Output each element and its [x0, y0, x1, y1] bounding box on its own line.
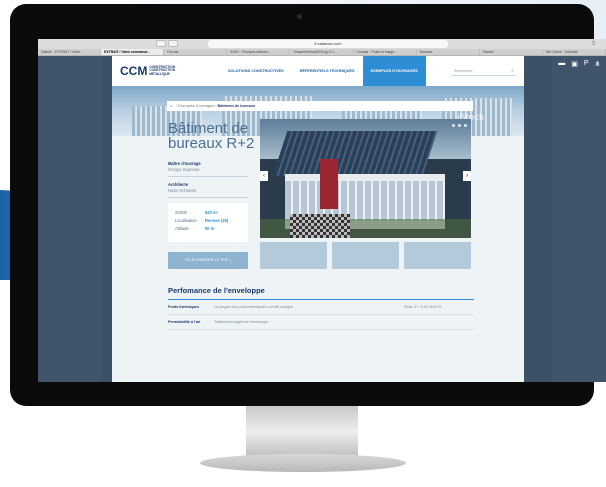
- left-margin: [38, 56, 102, 382]
- stat-value: Rennes (35): [205, 218, 229, 223]
- browser-tab[interactable]: GlasserVertical2019.pp 3 C...: [290, 49, 354, 55]
- slider-dots: [452, 124, 467, 127]
- share-icon[interactable]: ⇪: [591, 40, 596, 47]
- browser-tab[interactable]: Galerie - EXTRAIT / Votre...: [38, 49, 102, 55]
- browser-tab[interactable]: IDOH · Pourquoi sélectio...: [227, 49, 291, 55]
- row-description: Traitement soigné de l'enveloppe: [214, 320, 269, 324]
- side-toolbar: ▬ ▣ P ⋔ ⎙: [558, 60, 606, 68]
- search-input[interactable]: Rechercher... ⌕: [452, 67, 516, 76]
- stat-row: SHON 620 m²: [175, 210, 241, 215]
- folder-icon[interactable]: ▬: [558, 60, 565, 68]
- row-value: Ratio Ψ = 0.05 W/m².K: [404, 305, 442, 309]
- chevron-left-icon[interactable]: ‹: [260, 171, 268, 181]
- architect-value: Nizet Architecte: [168, 188, 197, 193]
- menu-item-referentiels[interactable]: RÉFÉRENTIELS TECHNIQUES: [292, 56, 363, 86]
- logo-mark: CCM: [120, 64, 148, 78]
- browser-tab[interactable]: Compte - Poste et image...: [354, 49, 417, 55]
- photo-checker-facade: [290, 214, 350, 238]
- download-icon: ⤓: [229, 258, 232, 262]
- tab-bar: Galerie - EXTRAIT / Votre... EXTRAIT / V…: [38, 49, 606, 56]
- url-bar[interactable]: fr.calameo.com: [208, 40, 448, 48]
- stat-value: 620 m²: [205, 210, 218, 215]
- home-icon[interactable]: ⌂: [170, 101, 172, 111]
- stat-label: Localisation: [175, 218, 197, 223]
- performance-section: Perfomance de l'enveloppe Ponts thermiqu…: [168, 286, 474, 330]
- owner-value: Groupe Soprema: [168, 167, 200, 172]
- divider: [168, 197, 248, 198]
- photo-red-panel: [320, 159, 338, 209]
- browser-tab[interactable]: Favoris: [164, 49, 228, 55]
- monitor-base: [200, 454, 406, 472]
- row-label: Ponts thermiques: [168, 305, 200, 309]
- menu-item-solutions[interactable]: SOLUTIONS CONSTRUCTIVES: [220, 56, 292, 86]
- pinterest-icon[interactable]: P: [584, 60, 589, 68]
- row-value: [404, 320, 474, 324]
- screen: fr.calameo.com ⇪ Galerie - EXTRAIT / Vot…: [38, 39, 606, 382]
- row-description: La plupart des ponts thermiques ont été …: [214, 305, 294, 309]
- stat-value: 50 m: [205, 226, 215, 231]
- thumbnail-strip: [260, 242, 471, 269]
- image-slider[interactable]: ‹ ›: [260, 119, 471, 238]
- browser-tab[interactable]: Net Check · Actualité: [543, 49, 606, 55]
- photo-solar-roof: [272, 131, 438, 176]
- logo[interactable]: CCM CONSTRUCTION CONSTRUCTION MÉTALLIQUE: [120, 64, 175, 78]
- breadcrumb: ⌂ / Exemples d'ouvrages / Bâtiment de bu…: [167, 101, 473, 111]
- share-icon[interactable]: ⋔: [595, 60, 601, 68]
- browser-tab-active[interactable]: EXTRAIT / Votre command...: [101, 49, 165, 55]
- breadcrumb-separator: /: [215, 104, 217, 108]
- logo-subtitle: CONSTRUCTION CONSTRUCTION MÉTALLIQUE: [149, 64, 176, 76]
- menu-item-exemples[interactable]: EXEMPLES D'OUVRAGES: [362, 56, 426, 86]
- stat-row: Localisation Rennes (35): [175, 218, 241, 223]
- right-margin: ▬ ▣ P ⋔ ⎙: [552, 56, 606, 382]
- search-icon[interactable]: ⌕: [511, 67, 514, 76]
- project-info: Maître d'ouvrage Groupe Soprema Architec…: [168, 156, 248, 208]
- section-heading: Perfomance de l'enveloppe: [168, 286, 265, 295]
- breadcrumb-parent[interactable]: Exemples d'ouvrages: [178, 104, 214, 108]
- breadcrumb-separator: /: [176, 104, 178, 108]
- browser-toolbar: fr.calameo.com ⇪: [38, 39, 606, 49]
- divider: [168, 176, 248, 177]
- breadcrumb-current: Bâtiment de bureaux: [217, 104, 256, 108]
- web-page: ▬ ▣ P ⋔ ⎙ CCM CONSTRUCTION CONSTRUCTION …: [38, 56, 606, 382]
- row-label: Perméabilité à l'air: [168, 320, 201, 324]
- page-title: Bâtiment de bureaux R+2: [168, 120, 255, 152]
- monitor-stand: [246, 406, 358, 458]
- table-row: Perméabilité à l'air Traitement soigné d…: [168, 315, 474, 330]
- main-menu: SOLUTIONS CONSTRUCTIVES RÉFÉRENTIELS TEC…: [220, 56, 426, 86]
- slider-dot[interactable]: [464, 124, 467, 127]
- thumbnail[interactable]: [260, 242, 327, 269]
- main-content: CCM CONSTRUCTION CONSTRUCTION MÉTALLIQUE…: [112, 56, 524, 382]
- table-row: Ponts thermiques La plupart des ponts th…: [168, 300, 474, 315]
- slider-dot[interactable]: [452, 124, 455, 127]
- owner-label: Maître d'ouvrage: [168, 161, 201, 166]
- document-icon[interactable]: ▣: [571, 60, 578, 68]
- forward-icon[interactable]: [168, 40, 178, 47]
- architect-label: Architecte: [168, 182, 189, 187]
- stats-box: SHON 620 m² Localisation Rennes (35) Alt…: [168, 203, 248, 242]
- slider-dot[interactable]: [458, 124, 461, 127]
- stat-label: SHON: [175, 210, 187, 215]
- browser-tab[interactable]: Brandos: [417, 49, 480, 55]
- download-pdf-button[interactable]: TÉLÉCHARGER LE PDF ⤓: [168, 252, 248, 269]
- thumbnail[interactable]: [404, 242, 471, 269]
- stat-label: Altitude: [175, 226, 189, 231]
- thumbnail[interactable]: [332, 242, 399, 269]
- browser-tab[interactable]: Favoris: [480, 49, 543, 55]
- back-icon[interactable]: [156, 40, 166, 47]
- camera-dot: [297, 14, 302, 19]
- stat-row: Altitude 50 m: [175, 226, 241, 231]
- site-header: CCM CONSTRUCTION CONSTRUCTION MÉTALLIQUE…: [112, 56, 524, 86]
- chevron-right-icon[interactable]: ›: [463, 171, 471, 181]
